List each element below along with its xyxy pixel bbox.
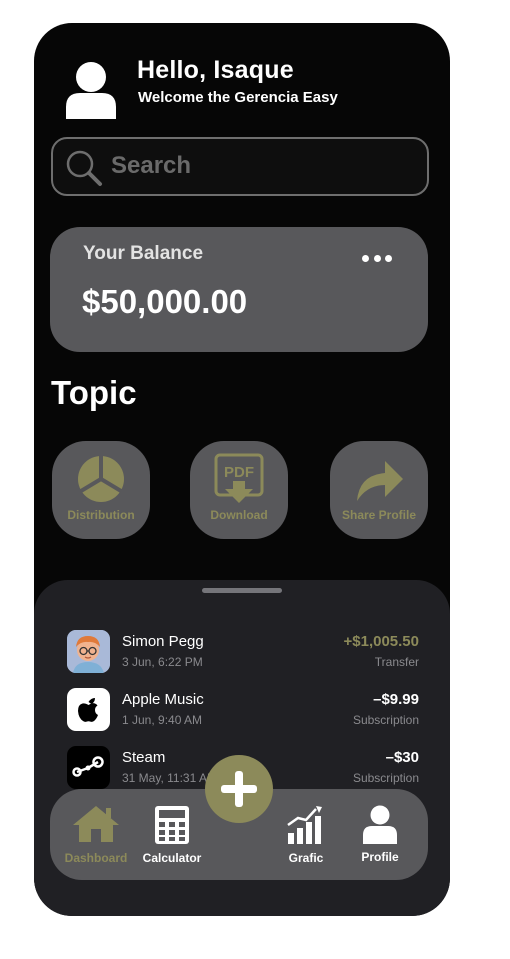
nav-grafic[interactable]: Grafic	[266, 803, 346, 873]
transaction-date: 3 Jun, 6:22 PM	[122, 655, 203, 669]
transaction-name: Simon Pegg	[122, 633, 204, 650]
distribution-icon	[78, 456, 124, 502]
apple-icon	[67, 688, 110, 731]
welcome-subtitle: Welcome the Gerencia Easy	[138, 89, 338, 106]
transaction-date: 1 Jun, 9:40 AM	[122, 713, 203, 727]
topic-download-button[interactable]: PDF Download	[190, 441, 288, 539]
transaction-amount: –$30	[385, 749, 419, 766]
user-icon[interactable]	[64, 61, 118, 119]
topic-distribution-button[interactable]: Distribution	[52, 441, 150, 539]
search-bar[interactable]	[51, 137, 429, 196]
nav-label: Grafic	[288, 851, 324, 865]
transaction-date: 31 May, 11:31 AM	[122, 771, 217, 785]
nav-dashboard[interactable]: Dashboard	[56, 803, 136, 873]
nav-calculator[interactable]: Calculator	[132, 803, 212, 873]
transaction-name: Steam	[122, 749, 166, 766]
add-button[interactable]	[205, 755, 273, 823]
transaction-row[interactable]: Apple Music 1 Jun, 9:40 AM –$9.99 Subscr…	[67, 688, 419, 732]
app-screen: Hello, Isaque Welcome the Gerencia Easy …	[34, 23, 450, 916]
calculator-icon	[155, 806, 189, 844]
balance-card[interactable]: Your Balance $50,000.00	[50, 227, 428, 352]
balance-value: $50,000.00	[82, 283, 248, 320]
nav-label: Calculator	[142, 851, 202, 865]
steam-icon	[67, 746, 110, 789]
profile-icon	[363, 805, 397, 844]
sheet-handle[interactable]	[202, 588, 282, 593]
transaction-type: Subscription	[352, 713, 419, 727]
transaction-amount: –$9.99	[373, 691, 419, 708]
transaction-row[interactable]: Simon Pegg 3 Jun, 6:22 PM +$1,005.50 Tra…	[67, 630, 419, 674]
topic-label: Download	[210, 508, 268, 522]
share-arrow-icon	[357, 461, 403, 501]
nav-profile[interactable]: Profile	[340, 803, 420, 873]
more-dots-icon[interactable]	[362, 253, 392, 263]
topic-title: Topic	[51, 374, 137, 411]
transaction-amount: +$1,005.50	[343, 633, 420, 650]
transaction-type: Subscription	[352, 771, 419, 785]
chart-icon	[287, 806, 322, 844]
topic-label: Distribution	[67, 508, 135, 522]
nav-label: Profile	[361, 850, 399, 864]
person-avatar-icon	[67, 630, 110, 673]
topic-share-profile-button[interactable]: Share Profile	[330, 441, 428, 539]
home-icon	[73, 806, 119, 842]
search-input[interactable]	[111, 147, 411, 185]
transaction-type: Transfer	[374, 655, 419, 669]
nav-label: Dashboard	[64, 851, 128, 865]
transaction-name: Apple Music	[122, 691, 204, 708]
balance-label: Your Balance	[83, 243, 204, 264]
search-icon	[66, 150, 102, 186]
pdf-download-icon: PDF	[214, 453, 264, 503]
greeting-title: Hello, Isaque	[137, 56, 294, 84]
topic-label: Share Profile	[341, 508, 417, 522]
svg-text:PDF: PDF	[224, 464, 254, 481]
plus-icon	[221, 771, 257, 807]
